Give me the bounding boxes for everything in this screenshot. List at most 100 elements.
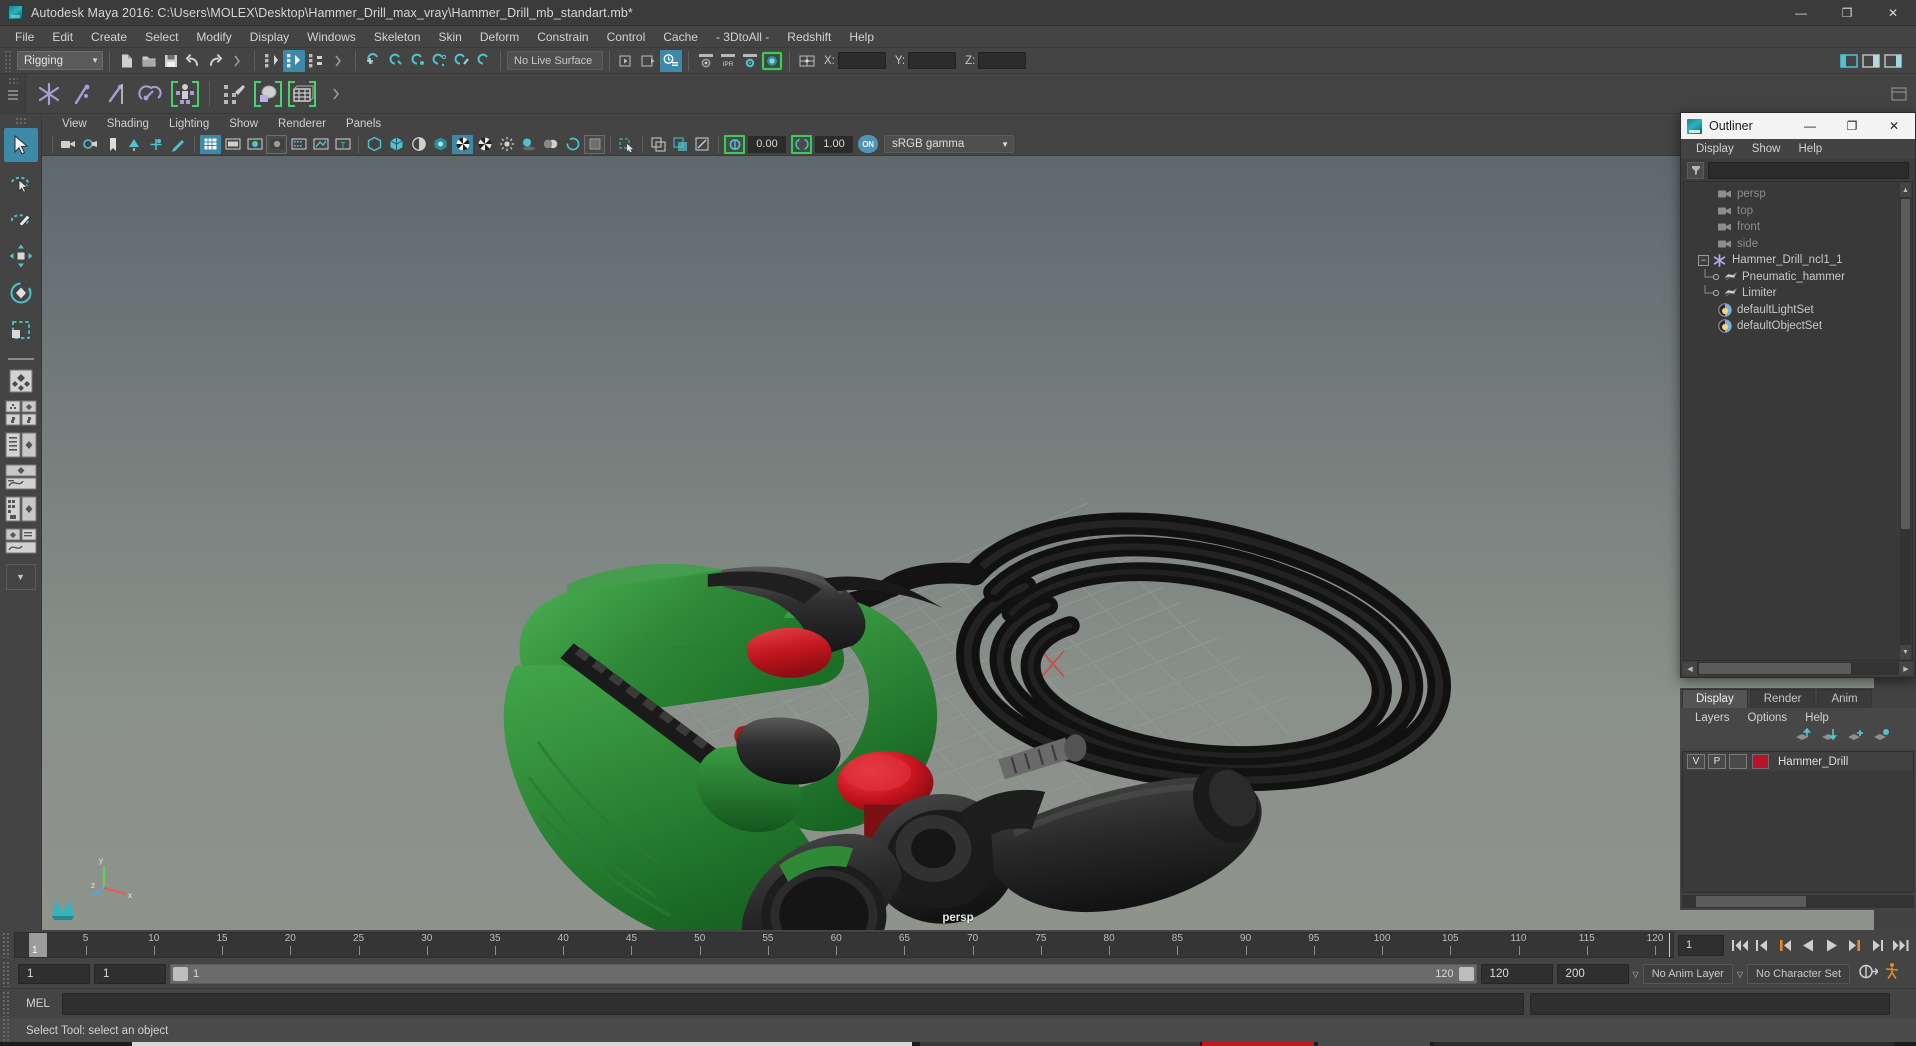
current-time-indicator[interactable]: 1	[29, 933, 47, 957]
go-to-start-icon[interactable]	[1730, 935, 1749, 955]
layer-visibility-toggle[interactable]: V	[1687, 754, 1705, 769]
shelf-overflow-arrow[interactable]	[321, 78, 351, 110]
viewport-menu-show[interactable]: Show	[219, 117, 268, 131]
move-tool-button[interactable]	[4, 239, 38, 273]
viewport-snapshot-icon[interactable]	[692, 135, 713, 154]
viewport-menu-lighting[interactable]: Lighting	[159, 117, 219, 131]
statusline-collapse-arrow-2[interactable]	[327, 50, 349, 72]
gamma-value[interactable]: 1.00	[815, 135, 853, 153]
select-camera-icon[interactable]	[58, 135, 79, 154]
close-button[interactable]: ✕	[1870, 0, 1916, 26]
single-perspective-layout-button[interactable]	[4, 368, 38, 398]
render-current-frame-icon[interactable]	[695, 50, 717, 72]
lasso-select-tool-button[interactable]	[4, 165, 38, 199]
live-surface-field[interactable]: No Live Surface	[507, 51, 603, 70]
bookmark-icon[interactable]	[102, 135, 123, 154]
tab-render-layers[interactable]: Render	[1749, 689, 1816, 708]
layer-menu-help[interactable]: Help	[1796, 711, 1838, 725]
exposure-value[interactable]: 0.00	[748, 135, 786, 153]
character-set-selector[interactable]: No Character Set	[1747, 964, 1850, 984]
display-layer-list[interactable]: V P Hammer_Drill	[1682, 751, 1914, 893]
persp-graph-layout-button[interactable]	[4, 464, 38, 494]
step-back-keyframe-icon[interactable]	[1753, 935, 1772, 955]
menu-create[interactable]: Create	[82, 28, 136, 46]
ik-handle-icon[interactable]	[136, 78, 166, 110]
outliner-persp-layout-button[interactable]	[4, 432, 38, 462]
menu-deform[interactable]: Deform	[471, 28, 528, 46]
isolate-select-icon[interactable]	[616, 135, 637, 154]
play-forwards-icon[interactable]	[1822, 935, 1841, 955]
outliner-menu-show[interactable]: Show	[1743, 142, 1790, 156]
outliner-item-front[interactable]: front	[1684, 219, 1912, 236]
render-settings-icon[interactable]	[739, 50, 761, 72]
color-management-toggle[interactable]: ON	[858, 135, 878, 153]
toolbox-more-layouts-button[interactable]: ▼	[5, 564, 36, 590]
snap-grid-icon[interactable]	[362, 50, 384, 72]
viewport-menu-shading[interactable]: Shading	[97, 117, 159, 131]
texture-toggle-icon[interactable]	[474, 135, 495, 154]
layer-menu-layers[interactable]: Layers	[1686, 711, 1739, 725]
show-hide-sidebar-icon[interactable]	[1838, 50, 1860, 72]
menu-set-selector[interactable]: Rigging ▼	[17, 51, 103, 70]
outliner-hscroll-thumb[interactable]	[1699, 663, 1851, 674]
input-connections-icon[interactable]	[616, 50, 638, 72]
menu-edit[interactable]: Edit	[43, 28, 82, 46]
snap-point-icon[interactable]	[406, 50, 428, 72]
undo-icon[interactable]	[182, 50, 204, 72]
rotate-tool-button[interactable]	[4, 276, 38, 310]
time-slider[interactable]: 1 5 10 15 20 25 30 35 40 45 50 55 60 65 70 75 80 85 90 95 1…	[14, 932, 1674, 958]
menu-control[interactable]: Control	[598, 28, 655, 46]
persp-graph-editor-layout-button[interactable]	[4, 528, 38, 558]
statusline-collapse-arrow-1[interactable]	[226, 50, 248, 72]
menu-redshift[interactable]: Redshift	[778, 28, 840, 46]
menu-modify[interactable]: Modify	[187, 28, 240, 46]
redo-icon[interactable]	[204, 50, 226, 72]
z-axis-field[interactable]	[978, 52, 1027, 69]
y-axis-field[interactable]	[908, 52, 957, 69]
range-start-field[interactable]: 1	[94, 964, 166, 984]
select-tool-button[interactable]	[3, 128, 38, 162]
gate-mask-icon[interactable]	[266, 134, 287, 154]
lattice-icon[interactable]	[287, 78, 317, 110]
film-gate-icon[interactable]	[222, 135, 243, 154]
step-back-frame-icon[interactable]	[1776, 935, 1795, 955]
range-start-handle[interactable]	[173, 967, 188, 981]
auto-key-icon[interactable]	[1858, 962, 1879, 986]
taskbar-item-4[interactable]	[1318, 1042, 1430, 1046]
menu-display[interactable]: Display	[241, 28, 298, 46]
layer-menu-options[interactable]: Options	[1739, 711, 1797, 725]
image-plane-icon[interactable]	[124, 135, 145, 154]
command-results-field[interactable]	[1530, 992, 1890, 1015]
construction-history-icon[interactable]	[660, 49, 682, 72]
menu-file[interactable]: File	[6, 28, 43, 46]
taskbar-item-1[interactable]	[132, 1042, 912, 1046]
show-channel-box-icon[interactable]	[1882, 50, 1904, 72]
scroll-left-arrow-icon[interactable]: ◀	[1683, 662, 1697, 675]
outliner-item-top[interactable]: top	[1684, 203, 1912, 220]
smooth-shade-all-icon[interactable]	[386, 135, 407, 154]
output-connections-icon[interactable]	[638, 50, 660, 72]
outliner-minimize-button[interactable]: —	[1789, 113, 1831, 139]
anim-layer-dropdown-arrow-icon[interactable]: ▽	[1633, 970, 1639, 979]
menu-constrain[interactable]: Constrain	[528, 28, 597, 46]
xray-shaded-icon[interactable]	[670, 135, 691, 154]
outliner-close-button[interactable]: ✕	[1873, 113, 1915, 139]
viewport-menu-view[interactable]: View	[52, 117, 97, 131]
command-line-grip-handle[interactable]	[2, 990, 11, 1017]
paint-skin-weights-icon[interactable]	[219, 78, 249, 110]
insert-joint-icon[interactable]	[68, 78, 98, 110]
open-scene-icon[interactable]	[138, 50, 160, 72]
move-layer-down-icon[interactable]	[1821, 728, 1838, 748]
outliner-vscroll-thumb[interactable]	[1901, 199, 1910, 529]
menu-cache[interactable]: Cache	[654, 28, 707, 46]
minimize-button[interactable]: —	[1778, 0, 1824, 26]
scroll-right-arrow-icon[interactable]: ▶	[1899, 662, 1913, 675]
toolbox-grip-handle[interactable]	[14, 117, 27, 125]
mirror-joint-icon[interactable]	[102, 78, 132, 110]
scroll-down-arrow-icon[interactable]: ▼	[1900, 645, 1911, 659]
outliner-maximize-button[interactable]: ❐	[1831, 113, 1873, 139]
layer-playback-toggle[interactable]: P	[1708, 754, 1726, 769]
help-line-grip-handle[interactable]	[2, 1018, 11, 1044]
outliner-item-side[interactable]: side	[1684, 236, 1912, 253]
play-backwards-icon[interactable]	[1799, 935, 1818, 955]
